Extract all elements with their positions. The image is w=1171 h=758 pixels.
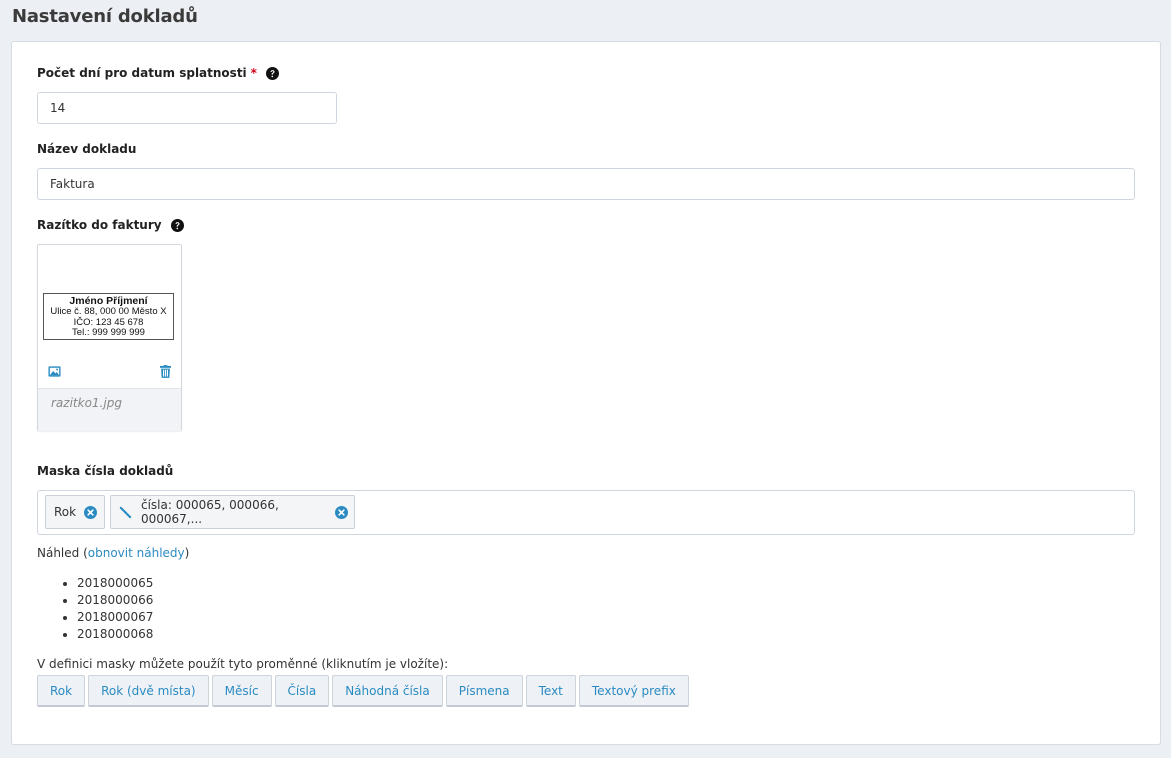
variables-hint: V definici masky můžete použít tyto prom… — [37, 657, 449, 671]
stamp-image: Jméno Příjmení Ulice č. 88, 000 00 Město… — [43, 293, 174, 340]
mask-chip-year[interactable]: Rok — [45, 495, 105, 529]
doc-name-label: Název dokladu — [37, 142, 136, 156]
stamp-label: Razítko do faktury — [37, 218, 184, 232]
variable-buttons: Rok Rok (dvě místa) Měsíc Čísla Náhodná … — [37, 675, 692, 707]
list-item: 2018000066 — [77, 592, 153, 609]
chip-label: čísla: 000065, 000066, 000067,... — [141, 498, 279, 526]
page-title: Nastavení dokladů — [12, 6, 198, 27]
remove-circle-icon[interactable] — [335, 505, 348, 519]
refresh-preview-link[interactable]: obnovit náhledy — [88, 546, 185, 560]
doc-name-label-text: Název dokladu — [37, 142, 137, 156]
var-button-text-prefix[interactable]: Textový prefix — [578, 675, 689, 707]
mask-input[interactable]: Rok čísla: 000065, 000066, 000067,... — [37, 490, 1135, 535]
preview-prefix: Náhled ( — [37, 546, 88, 560]
mask-label: Maska čísla dokladů — [37, 464, 173, 478]
mask-chip-numbers[interactable]: čísla: 000065, 000066, 000067,... — [110, 495, 355, 529]
required-mark: * — [250, 66, 257, 80]
var-button-letters[interactable]: Písmena — [445, 675, 523, 707]
preview-list: 2018000065 2018000066 2018000067 2018000… — [77, 575, 153, 643]
list-item: 2018000065 — [77, 575, 153, 592]
stamp-line: Tel.: 999 999 999 — [72, 327, 145, 338]
trash-icon[interactable] — [160, 365, 171, 381]
due-days-input[interactable] — [37, 92, 337, 124]
var-button-text[interactable]: Text — [525, 675, 576, 707]
stamp-card: Jméno Příjmení Ulice č. 88, 000 00 Město… — [37, 244, 182, 431]
stamp-footer: razitko1.jpg — [38, 388, 181, 431]
list-item: 2018000068 — [77, 626, 153, 643]
preview-suffix: ) — [184, 546, 190, 560]
stamp-label-text: Razítko do faktury — [37, 218, 162, 232]
question-circle-icon[interactable] — [170, 218, 184, 232]
due-days-label: Počet dní pro datum splatnosti * — [37, 66, 279, 80]
var-button-year[interactable]: Rok — [37, 675, 86, 707]
doc-name-input[interactable] — [37, 168, 1135, 200]
chip-label: Rok — [54, 505, 77, 519]
mask-label-text: Maska čísla dokladů — [37, 464, 174, 478]
var-button-month[interactable]: Měsíc — [211, 675, 272, 707]
var-button-numbers[interactable]: Čísla — [274, 675, 330, 707]
preview-line: Náhled (obnovit náhledy) — [37, 546, 189, 560]
pencil-icon[interactable] — [119, 506, 132, 519]
var-button-year-two-digit[interactable]: Rok (dvě místa) — [88, 675, 209, 707]
list-item: 2018000067 — [77, 609, 153, 626]
image-icon[interactable] — [48, 365, 61, 381]
settings-panel: Počet dní pro datum splatnosti * Název d… — [11, 41, 1161, 745]
remove-circle-icon[interactable] — [84, 505, 98, 519]
stamp-filename: razitko1.jpg — [51, 396, 122, 410]
var-button-random-numbers[interactable]: Náhodná čísla — [332, 675, 443, 707]
question-circle-icon[interactable] — [265, 66, 279, 80]
stamp-actions — [38, 363, 181, 387]
stamp-line: Ulice č. 88, 000 00 Město X — [50, 306, 167, 317]
due-days-label-text: Počet dní pro datum splatnosti — [37, 66, 247, 80]
